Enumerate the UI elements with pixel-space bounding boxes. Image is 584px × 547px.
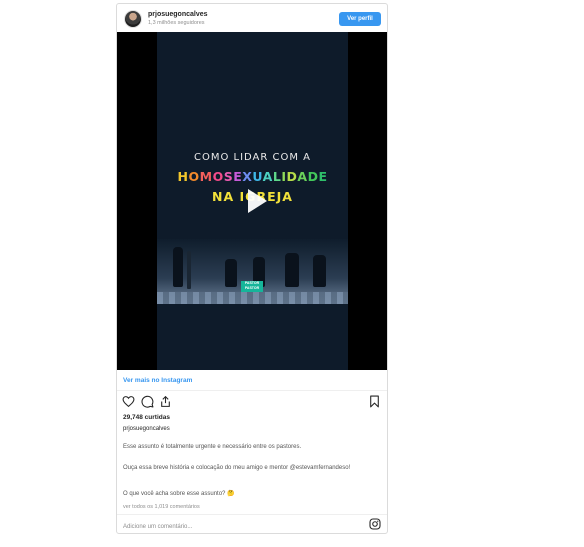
avatar[interactable]: [124, 10, 142, 28]
instagram-icon[interactable]: [369, 518, 381, 530]
comment-icon[interactable]: [141, 395, 154, 408]
caption-username[interactable]: prjosuegoncalves: [123, 426, 170, 432]
caption-paragraph-2: Ouça essa breve história e colocação do …: [123, 465, 351, 471]
heart-icon[interactable]: [122, 395, 135, 408]
video-title-letter: U: [252, 169, 263, 184]
divider: [117, 514, 387, 515]
video-player[interactable]: COMO LIDAR COM A HOMOSEXUALIDADE NA IGRE…: [117, 32, 387, 370]
video-title-letter: H: [177, 169, 189, 184]
video-title-letter: D: [307, 169, 319, 184]
video-title-letter: S: [223, 169, 234, 184]
video-stage-scene: [157, 239, 348, 304]
video-title-letter: M: [199, 169, 213, 184]
video-title-letter: A: [297, 169, 308, 184]
video-title-line-2: HOMOSEXUALIDADE: [157, 169, 348, 184]
bookmark-icon[interactable]: [368, 395, 381, 408]
video-title-letter: O: [212, 169, 224, 184]
see-more-link[interactable]: Ver mais no Instagram: [123, 377, 192, 384]
view-all-comments-link[interactable]: ver todos os 1,019 comentários: [123, 504, 200, 510]
speaker-badge: PASTOR PASTOR: [241, 281, 263, 292]
header-username[interactable]: prjosuegoncalves: [148, 11, 208, 18]
video-title-letter: D: [286, 169, 298, 184]
video-title-letter: A: [262, 169, 273, 184]
add-comment-input[interactable]: Adicione um comentário...: [123, 524, 192, 530]
video-title-letter: E: [233, 169, 243, 184]
video-title-letter: X: [242, 169, 253, 184]
caption-paragraph-1: Esse assunto é totalmente urgente e nece…: [123, 444, 302, 450]
follower-count: 1,3 milhões seguidores: [148, 20, 205, 26]
video-frame: COMO LIDAR COM A HOMOSEXUALIDADE NA IGRE…: [157, 32, 348, 370]
video-title-line-1: COMO LIDAR COM A: [193, 152, 312, 163]
post-header: prjosuegoncalves 1,3 milhões seguidores …: [117, 4, 387, 32]
video-title-letter: O: [188, 169, 200, 184]
instagram-embed-card: prjosuegoncalves 1,3 milhões seguidores …: [116, 3, 388, 534]
view-profile-button[interactable]: Ver perfil: [339, 12, 381, 26]
divider: [117, 390, 387, 391]
play-icon[interactable]: [237, 183, 273, 219]
likes-count[interactable]: 29,748 curtidas: [123, 414, 170, 421]
share-icon[interactable]: [159, 395, 172, 408]
video-title-letter: E: [318, 169, 328, 184]
caption-paragraph-3: O que você acha sobre esse assunto? 🤔: [123, 491, 235, 497]
